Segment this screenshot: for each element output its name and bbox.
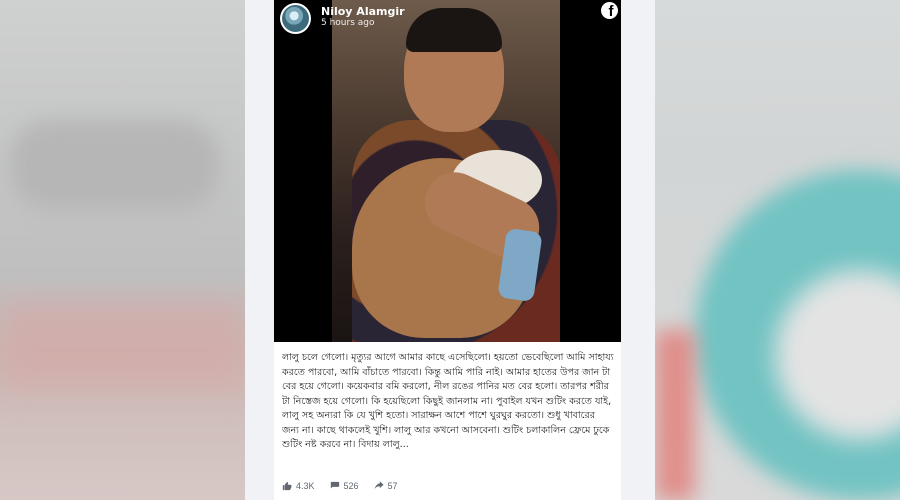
background-left xyxy=(0,0,245,500)
like-count-text: 4.3K xyxy=(296,481,315,491)
facebook-post: Niloy Alamgir 5 hours ago f লালু চলে গেল… xyxy=(274,0,621,500)
facebook-icon[interactable]: f xyxy=(601,2,618,19)
post-photo xyxy=(332,0,560,342)
post-card: Niloy Alamgir 5 hours ago f লালু চলে গেল… xyxy=(245,0,655,500)
background-right xyxy=(655,0,900,500)
like-icon xyxy=(282,481,292,491)
share-count-text: 57 xyxy=(387,481,398,491)
author-avatar[interactable] xyxy=(280,3,311,34)
comment-count-text: 526 xyxy=(343,481,359,491)
author-name[interactable]: Niloy Alamgir xyxy=(321,5,405,18)
post-time[interactable]: 5 hours ago xyxy=(321,18,375,28)
comment-icon xyxy=(330,481,339,489)
post-text: লালু চলে গেলো। মৃত্যুর আগে আমার কাছে এসে… xyxy=(282,352,614,450)
share-icon xyxy=(373,481,384,490)
share-count[interactable]: 57 xyxy=(373,481,398,491)
comment-count[interactable]: 526 xyxy=(330,481,359,491)
post-header: Niloy Alamgir 5 hours ago f xyxy=(274,0,621,42)
post-footer: 4.3K 526 57 xyxy=(282,478,614,494)
post-image[interactable]: Niloy Alamgir 5 hours ago f xyxy=(274,0,621,342)
like-count[interactable]: 4.3K xyxy=(282,481,315,491)
